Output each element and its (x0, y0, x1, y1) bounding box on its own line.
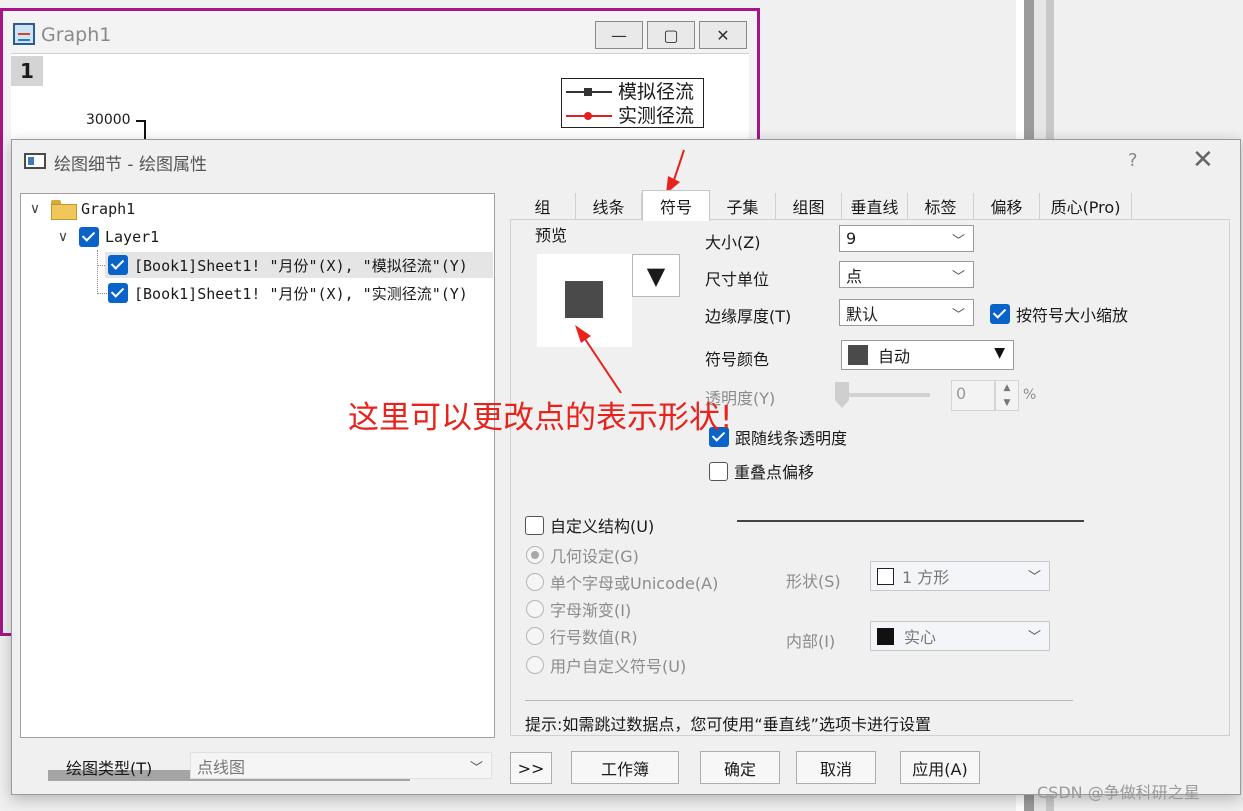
arrow-icon (575, 325, 622, 394)
watermark: CSDN @争做科研之星 (1037, 783, 1200, 802)
arrow-icon (666, 149, 685, 194)
annotation-text: 这里可以更改点的表示形状! (348, 400, 733, 436)
tab-symbol[interactable]: 符号 (642, 190, 710, 221)
